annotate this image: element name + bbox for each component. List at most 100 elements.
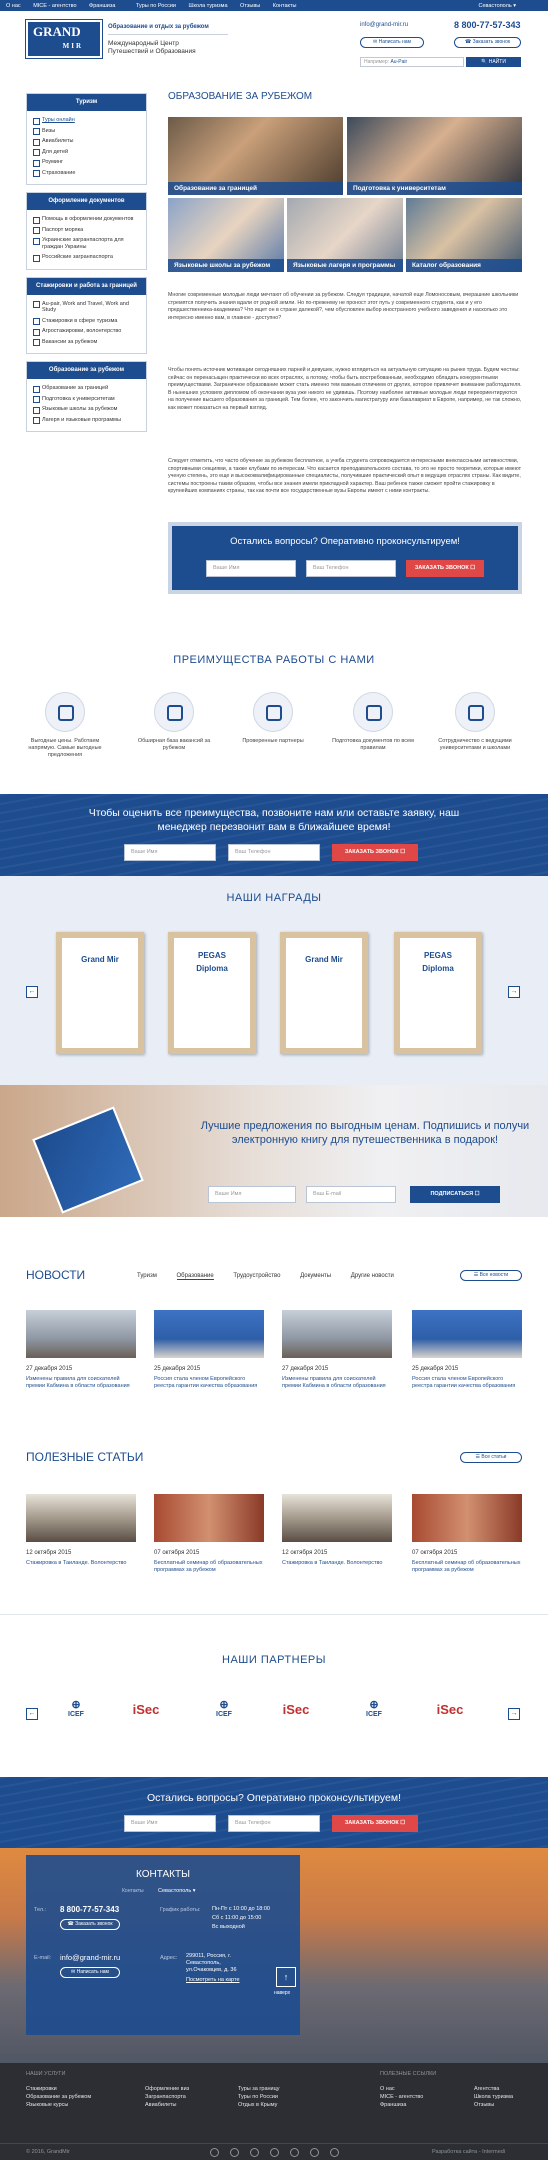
contacts-email[interactable]: info@grand-mir.ru — [60, 1953, 120, 1962]
map-link[interactable]: Посмотреть на карте — [186, 1977, 240, 1983]
name-input[interactable]: Ваше Имя — [124, 1815, 216, 1832]
phone-input[interactable]: Ваш Телефон — [228, 844, 320, 861]
nav-item[interactable]: Франшиза — [83, 0, 120, 9]
article-image[interactable] — [412, 1494, 522, 1542]
scroll-top-label[interactable]: наверх — [274, 1990, 290, 1996]
sidebar-item[interactable]: Образование за границей — [33, 383, 142, 394]
contacts-order-button[interactable]: ☎ Заказать звонок — [60, 1919, 120, 1930]
news-link[interactable]: Россия стала членом Европейского реестра… — [412, 1376, 522, 1390]
award-diploma[interactable]: PEGAS Diploma — [168, 932, 256, 1054]
subscribe-button[interactable]: ПОДПИСАТЬСЯ ☐ — [410, 1186, 500, 1203]
header-phone[interactable]: 8 800-77-57-343 — [454, 20, 521, 30]
contacts-phone[interactable]: 8 800-77-57-343 — [60, 1905, 119, 1914]
nav-item[interactable]: Отзывы — [234, 0, 265, 9]
award-diploma[interactable]: PEGAS Diploma — [394, 932, 482, 1054]
sidebar-item[interactable]: Лагеря и языковые программы — [33, 415, 142, 426]
header-email[interactable]: info@grand-mir.ru — [360, 22, 408, 28]
logo[interactable]: GRAND MIR — [26, 20, 102, 58]
tab-other[interactable]: Другие новости — [351, 1273, 394, 1279]
sidebar-item[interactable]: Паспорт моряка — [33, 225, 142, 236]
sidebar-item[interactable]: Визы — [33, 126, 142, 137]
tile-education-abroad[interactable]: Образование за границей — [168, 117, 343, 195]
nav-item[interactable]: Контакты — [267, 0, 302, 9]
scroll-top-icon[interactable]: ↑ — [276, 1967, 296, 1987]
order-call-button[interactable]: ЗАКАЗАТЬ ЗВОНОК ☐ — [406, 560, 484, 577]
sidebar-item[interactable]: Агростажировки, волонтерство — [33, 326, 142, 337]
partner-logo[interactable]: iSec — [122, 1702, 170, 1742]
news-image[interactable] — [154, 1310, 264, 1358]
facebook-icon[interactable] — [210, 2148, 219, 2157]
sidebar-item[interactable]: Au-pair, Work and Travel, Work and Study — [33, 299, 142, 316]
news-link[interactable]: Изменены правила для соискателей премии … — [26, 1376, 136, 1390]
nav-item[interactable]: О нас — [0, 0, 26, 9]
tab-documents[interactable]: Документы — [300, 1273, 331, 1279]
order-call-button[interactable]: ЗАКАЗАТЬ ЗВОНОК ☐ — [332, 1815, 418, 1832]
article-link[interactable]: Бесплатный семинар об образовательных пр… — [154, 1560, 264, 1574]
nav-item[interactable]: MICE - агентство — [27, 0, 81, 9]
write-us-button[interactable]: ✉ Написать нам — [360, 37, 424, 48]
sidebar-item[interactable]: Туры онлайн — [33, 115, 142, 126]
partner-logo[interactable]: iSec — [426, 1702, 474, 1742]
tab-tourism[interactable]: Туризм — [137, 1273, 157, 1279]
all-news-button[interactable]: ☰ Все новости — [460, 1270, 522, 1281]
tab-employment[interactable]: Трудоустройство — [233, 1273, 280, 1279]
prev-arrow-icon[interactable]: ← — [26, 1708, 38, 1720]
odnoklassniki-icon[interactable] — [270, 2148, 279, 2157]
award-diploma[interactable]: Grand Mir — [56, 932, 144, 1054]
tile-education-catalog[interactable]: Каталог образования — [406, 198, 522, 272]
search-input[interactable]: Например: Au-Pair — [360, 57, 464, 67]
prev-arrow-icon[interactable]: ← — [26, 986, 38, 998]
article-image[interactable] — [282, 1494, 392, 1542]
news-image[interactable] — [412, 1310, 522, 1358]
next-arrow-icon[interactable]: → — [508, 1708, 520, 1720]
vk-icon[interactable] — [230, 2148, 239, 2157]
order-call-button[interactable]: ЗАКАЗАТЬ ЗВОНОК ☐ — [332, 844, 418, 861]
tab-education[interactable]: Образование — [176, 1273, 214, 1280]
news-image[interactable] — [282, 1310, 392, 1358]
phone-input[interactable]: Ваш Телефон — [306, 560, 396, 577]
sidebar-item[interactable]: Для детей — [33, 147, 142, 158]
tile-university-prep[interactable]: Подготовка к университетам — [347, 117, 522, 195]
sidebar-item[interactable]: Вакансии за рубежом — [33, 337, 142, 348]
youtube-icon[interactable] — [330, 2148, 339, 2157]
tile-language-camps[interactable]: Языковые лагеря и программы — [287, 198, 403, 272]
all-articles-button[interactable]: ☰ Все статьи — [460, 1452, 522, 1463]
award-diploma[interactable]: Grand Mir — [280, 932, 368, 1054]
sidebar-item[interactable]: Российские загранпаспорта — [33, 252, 142, 263]
partner-logo[interactable]: iSec — [272, 1702, 320, 1742]
partner-logo[interactable]: ⊕ ICEF — [200, 1698, 248, 1738]
sidebar-item[interactable]: Языковые школы за рубежом — [33, 404, 142, 415]
instagram-icon[interactable] — [290, 2148, 299, 2157]
sidebar-item[interactable]: Роуминг — [33, 157, 142, 168]
twitter-icon[interactable] — [250, 2148, 259, 2157]
tile-language-schools[interactable]: Языковые школы за рубежом — [168, 198, 284, 272]
news-link[interactable]: Россия стала членом Европейского реестра… — [154, 1376, 264, 1390]
contacts-write-button[interactable]: ✉ Написать нам — [60, 1967, 120, 1978]
name-input[interactable]: Ваше Имя — [124, 844, 216, 861]
contacts-city-select[interactable]: Севастополь ▾ — [158, 1888, 196, 1894]
nav-item[interactable]: Туры по России — [130, 0, 181, 9]
sidebar-item[interactable]: Помощь в оформлении документов — [33, 214, 142, 225]
article-image[interactable] — [26, 1494, 136, 1542]
sidebar-item[interactable]: Страхование — [33, 168, 142, 179]
pinterest-icon[interactable] — [310, 2148, 319, 2157]
sidebar-item[interactable]: Украинские загранпаспорта для граждан Ук… — [33, 235, 142, 252]
nav-item[interactable]: Школа туризма — [183, 0, 233, 9]
next-arrow-icon[interactable]: → — [508, 986, 520, 998]
partner-logo[interactable]: ⊕ ICEF — [350, 1698, 398, 1738]
developer-credit[interactable]: Разработка сайта - Intermedi — [432, 2149, 505, 2155]
news-link[interactable]: Изменены правила для соискателей премии … — [282, 1376, 392, 1390]
phone-input[interactable]: Ваш Телефон — [228, 1815, 320, 1832]
sidebar-item[interactable]: Стажировки в сфере туризма — [33, 316, 142, 327]
sidebar-item[interactable]: Авиабилеты — [33, 136, 142, 147]
article-link[interactable]: Стажировка в Таиланде. Волонтерство — [282, 1560, 392, 1567]
news-image[interactable] — [26, 1310, 136, 1358]
search-button[interactable]: 🔍 НАЙТИ — [466, 57, 521, 67]
article-link[interactable]: Бесплатный семинар об образовательных пр… — [412, 1560, 522, 1574]
sidebar-item[interactable]: Подготовка к университетам — [33, 394, 142, 405]
partner-logo[interactable]: ⊕ ICEF — [52, 1698, 100, 1738]
email-input[interactable]: Ваш E-mail — [306, 1186, 396, 1203]
name-input[interactable]: Ваше Имя — [208, 1186, 296, 1203]
article-link[interactable]: Стажировка в Таиланде. Волонтерство — [26, 1560, 136, 1567]
name-input[interactable]: Ваше Имя — [206, 560, 296, 577]
